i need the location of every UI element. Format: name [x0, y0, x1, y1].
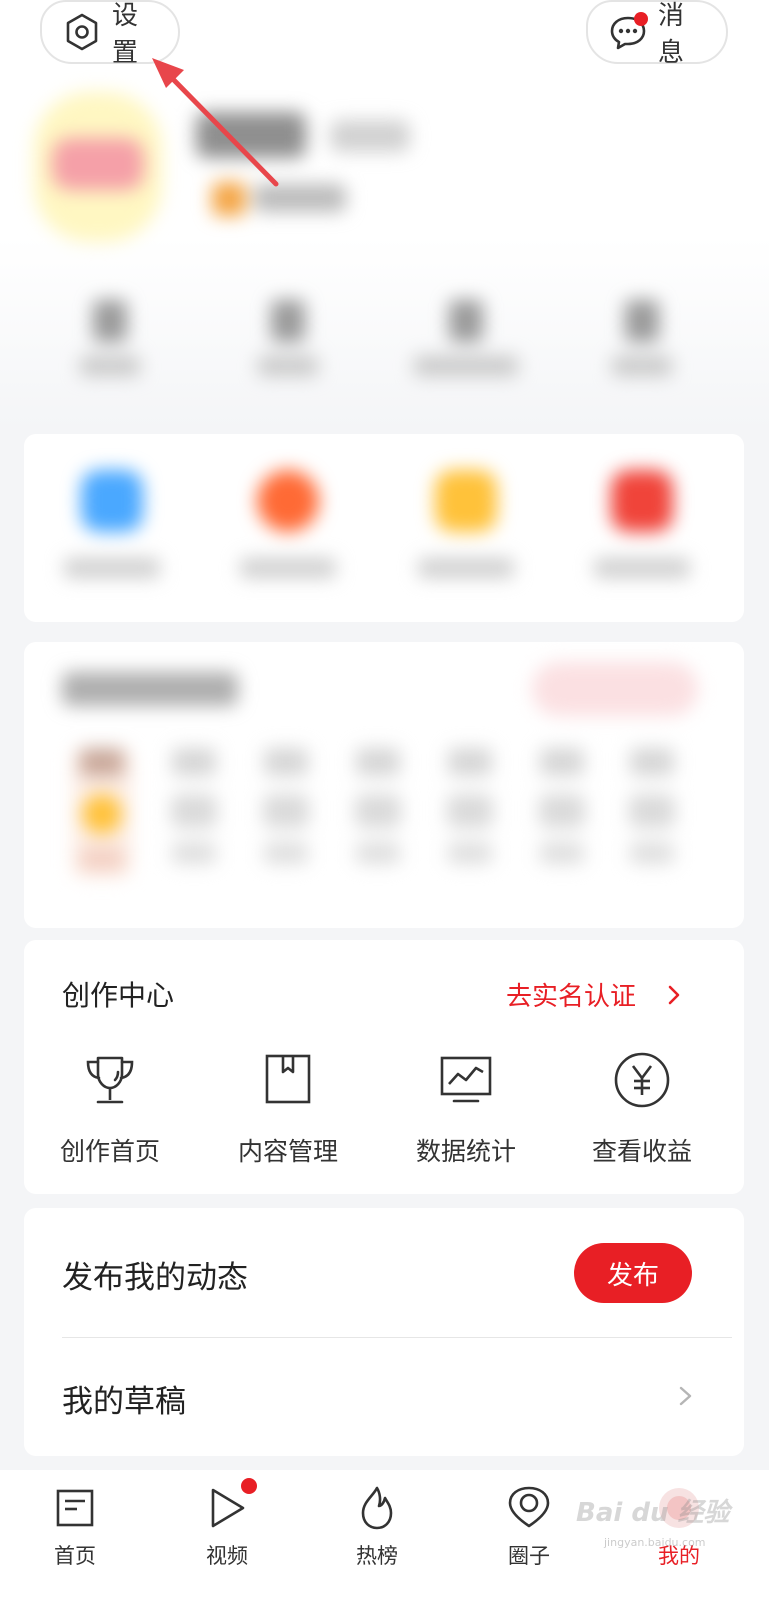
tool-label: 查看收益 — [591, 1137, 692, 1166]
messages-label: 消息 — [658, 1, 685, 68]
quick-link[interactable] — [42, 470, 182, 578]
my-profile-page: 设置 消息 创作中心 去实名认证 创作首页 内容管理 数据统计 查看收益 发布我… — [0, 0, 769, 1600]
divider — [62, 1337, 732, 1338]
publish-button[interactable]: 发布 — [574, 1243, 692, 1303]
unread-dot — [634, 12, 648, 26]
yuan-circle-icon — [612, 1050, 672, 1110]
nav-label: 圈子 — [508, 1544, 550, 1568]
bottom-nav: 首页 视频 热榜 圈子 我的 — [0, 1470, 769, 1600]
settings-label: 设置 — [112, 1, 139, 68]
tool-creation-home[interactable]: 创作首页 — [30, 1050, 190, 1168]
chart-monitor-icon — [436, 1050, 496, 1110]
tool-label: 数据统计 — [415, 1137, 516, 1166]
gear-icon — [62, 12, 102, 52]
checkin-button-blurred[interactable] — [532, 662, 698, 716]
stat-item[interactable] — [572, 300, 712, 376]
checkin-day — [348, 748, 408, 864]
tool-label: 内容管理 — [237, 1137, 338, 1166]
quick-link[interactable] — [218, 470, 358, 578]
checkin-title-blurred — [62, 672, 238, 706]
verify-identity-link[interactable]: 去实名认证 — [506, 976, 682, 1013]
quick-link[interactable] — [396, 470, 536, 578]
level-badge-icon — [212, 182, 246, 216]
play-icon — [203, 1478, 257, 1532]
location-pin-icon — [505, 1484, 553, 1532]
video-unread-dot — [241, 1478, 257, 1494]
stat-item[interactable] — [396, 300, 536, 376]
nav-item-video[interactable]: 视频 — [172, 1478, 282, 1570]
nav-item-hot-list[interactable]: 热榜 — [322, 1484, 432, 1570]
trophy-icon — [80, 1050, 140, 1110]
nav-item-circle[interactable]: 圈子 — [474, 1484, 584, 1570]
checkin-day — [164, 748, 224, 864]
settings-button[interactable]: 设置 — [40, 0, 180, 68]
flame-icon — [353, 1484, 401, 1532]
tool-view-earnings[interactable]: 查看收益 — [562, 1050, 722, 1168]
chevron-right-icon[interactable] — [676, 1382, 696, 1410]
stat-item[interactable] — [40, 300, 180, 376]
avatar-image — [52, 138, 144, 190]
quick-link[interactable] — [572, 470, 712, 578]
nav-item-home[interactable]: 首页 — [20, 1484, 130, 1570]
messages-button[interactable]: 消息 — [586, 0, 728, 68]
checkin-day — [256, 748, 316, 864]
checkin-day — [532, 748, 592, 864]
baidu-jingyan-watermark: Bai du 经验 — [576, 1498, 730, 1528]
nav-label: 首页 — [54, 1544, 96, 1568]
creation-center-title: 创作中心 — [62, 979, 175, 1012]
home-news-icon — [51, 1484, 99, 1532]
tool-label: 创作首页 — [59, 1137, 160, 1166]
bookmark-box-icon — [258, 1050, 318, 1110]
level-text-blurred — [254, 184, 346, 212]
checkin-day — [622, 748, 682, 864]
tool-data-statistics[interactable]: 数据统计 — [386, 1050, 546, 1168]
nav-label: 视频 — [206, 1544, 248, 1568]
nav-label: 热榜 — [356, 1544, 398, 1568]
stat-item[interactable] — [218, 300, 358, 376]
username-suffix-blurred — [330, 120, 410, 152]
publish-post-title: 发布我的动态 — [62, 1260, 248, 1296]
drafts-row-label[interactable]: 我的草稿 — [62, 1376, 186, 1421]
watermark-url: jingyan.baidu.com — [604, 1536, 706, 1549]
checkin-day — [440, 748, 500, 864]
chat-bubble-icon — [608, 12, 648, 52]
checkin-day — [72, 748, 132, 878]
verify-identity-label: 去实名认证 — [506, 982, 637, 1012]
chevron-right-icon — [668, 985, 680, 1004]
tool-content-management[interactable]: 内容管理 — [208, 1050, 368, 1168]
username-blurred — [196, 112, 306, 158]
